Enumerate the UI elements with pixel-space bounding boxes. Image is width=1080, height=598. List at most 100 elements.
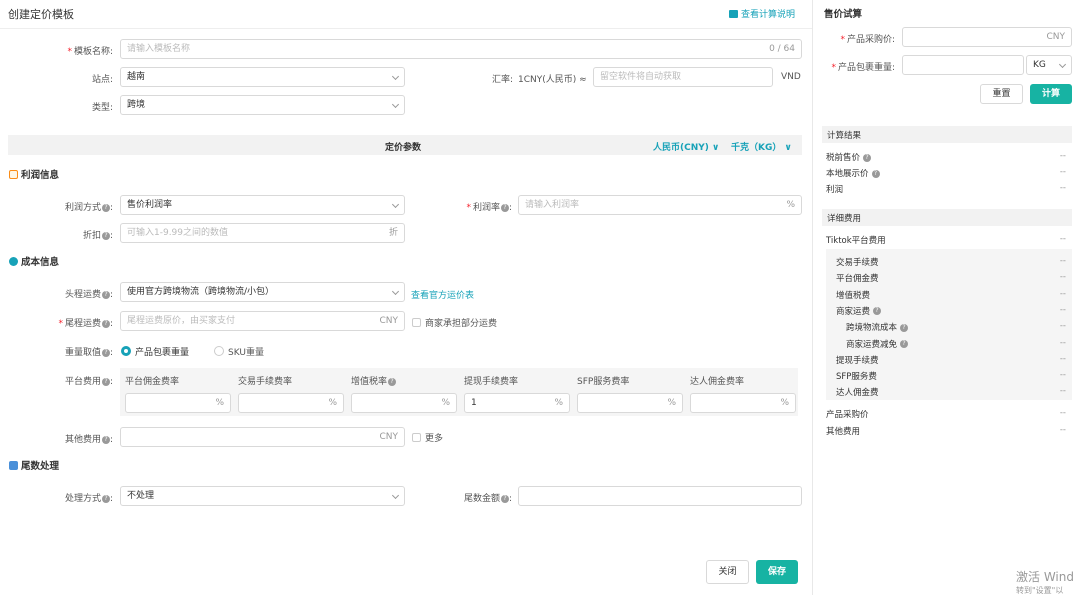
rounding-section-title: 尾数处理	[9, 458, 59, 472]
platform-rate-input[interactable]: %	[351, 393, 457, 413]
help-icon: ?	[101, 231, 110, 240]
detail-row: 增值税费 --	[836, 288, 1066, 301]
type-select[interactable]: 跨境	[120, 95, 405, 115]
platform-fee-label: 平台费用?:	[64, 377, 113, 387]
platform-rate-input[interactable]: %	[577, 393, 683, 413]
detail-row: 平台佣金费 --	[836, 272, 1066, 285]
calc-title: 售价试算	[824, 9, 863, 20]
weight-label: 重量取值?:	[64, 348, 113, 358]
help-icon: ?	[101, 290, 110, 299]
discount-label: 折扣?:	[82, 231, 113, 241]
rounding-method-label: 处理方式?:	[64, 494, 113, 504]
template-name-input[interactable]: 请输入模板名称 0 / 64	[120, 39, 802, 59]
last-leg-label: * 尾程运费?:	[58, 319, 113, 329]
cost-icon	[9, 257, 18, 266]
cost-section-title: 成本信息	[9, 254, 59, 268]
platform-col-header: 增值税率?	[351, 374, 397, 387]
result-row: 本地展示价? --	[826, 167, 1066, 179]
close-button[interactable]: 关闭	[706, 560, 749, 584]
result-header-text: 计算结果	[827, 131, 862, 141]
detail-header-text: 详细费用	[827, 214, 862, 224]
platform-col-header: 达人佣金费率	[690, 377, 745, 387]
site-select[interactable]: 越南	[120, 67, 405, 87]
profit-icon	[9, 170, 18, 179]
detail-row: 达人佣金费 --	[836, 386, 1066, 399]
book-icon	[729, 10, 738, 18]
name-label: * 模板名称:	[67, 47, 113, 57]
detail-row: 商家运费? --	[836, 304, 1066, 317]
help-icon: ?	[500, 494, 509, 503]
page-title: 创建定价模板	[8, 8, 74, 21]
chevron-down-icon	[391, 72, 400, 81]
platform-col-header: 平台佣金费率	[125, 377, 180, 387]
detail-row: 交易手续费 --	[836, 256, 1066, 268]
help-icon: ?	[871, 169, 880, 178]
profit-rate-label: * 利润率?:	[466, 203, 512, 213]
official-rate-link[interactable]: 查看官方运价表	[411, 288, 474, 301]
discount-input[interactable]: 可输入1-9.99之间的数值折	[120, 223, 405, 243]
reset-button[interactable]: 重置	[980, 84, 1023, 104]
save-button[interactable]: 保存	[756, 560, 798, 584]
weight-radio-package[interactable]: 产品包裹重量	[121, 345, 189, 358]
help-icon: ?	[101, 435, 110, 444]
other-fee-label: 其他费用?:	[64, 435, 113, 445]
exchange-rate-input[interactable]: 留空软件将自动获取	[593, 67, 773, 87]
rounding-method-select[interactable]: 不处理	[120, 486, 405, 506]
chevron-down-icon	[1058, 60, 1067, 69]
profit-method-select[interactable]: 售价利润率	[120, 195, 405, 215]
detail-row: 提现手续费 --	[836, 353, 1066, 366]
weight-label-calc: * 产品包裹重量:	[831, 63, 895, 73]
help-icon: ?	[500, 203, 509, 212]
weight-unit-dropdown[interactable]: 千克（KG） ∨	[731, 140, 792, 153]
rate-unit: VND	[781, 72, 801, 82]
type-label: 类型:	[91, 103, 113, 113]
profit-method-label: 利润方式?:	[64, 203, 113, 213]
first-leg-select[interactable]: 使用官方跨境物流（跨境物流/小包）	[120, 282, 405, 302]
help-icon: ?	[863, 153, 872, 162]
calc-guide-link[interactable]: 查看计算说明	[729, 7, 795, 20]
header-divider	[0, 28, 812, 29]
result-row: 利润 --	[826, 183, 1066, 195]
other-row: 其他费用 --	[826, 425, 1066, 437]
help-icon: ?	[900, 323, 909, 332]
platform-rate-input[interactable]: %	[125, 393, 231, 413]
rate-label: 汇率:	[492, 75, 514, 85]
platform-col-header: SFP服务费率	[577, 377, 630, 387]
help-icon: ?	[101, 377, 110, 386]
calc-purchase-input[interactable]: CNY	[902, 27, 1072, 47]
profit-rate-input[interactable]: 请输入利润率%	[518, 195, 802, 215]
tiktok-fee-row: Tiktok平台费用 --	[826, 234, 1066, 246]
panel-divider	[812, 0, 813, 595]
platform-rate-input[interactable]: 1%	[464, 393, 570, 413]
calc-weight-unit-select[interactable]: KG	[1026, 55, 1072, 75]
platform-rate-input[interactable]: %	[690, 393, 796, 413]
help-icon: ?	[101, 348, 110, 357]
help-icon: ?	[900, 340, 909, 348]
activation-watermark: 激活 Wind 转到"设置"以	[1016, 570, 1074, 595]
platform-rate-input[interactable]: %	[238, 393, 344, 413]
help-icon: ?	[101, 494, 110, 503]
platform-col-header: 提现手续费率	[464, 377, 519, 387]
detail-row: 商家运费减免? --	[846, 337, 1066, 350]
site-label: 站点:	[91, 75, 113, 85]
currency-dropdown[interactable]: 人民币(CNY) ∨	[653, 140, 719, 153]
chevron-down-icon	[391, 100, 400, 109]
params-title: 定价参数	[385, 143, 422, 153]
more-checkbox[interactable]: 更多	[412, 431, 443, 444]
merchant-shipping-checkbox[interactable]: 商家承担部分运费	[412, 316, 497, 329]
chevron-down-icon	[391, 287, 400, 296]
other-fee-input[interactable]: CNY	[120, 427, 405, 447]
calc-weight-input[interactable]	[902, 55, 1024, 75]
help-icon: ?	[873, 307, 882, 316]
compute-button[interactable]: 计算	[1030, 84, 1072, 104]
weight-radio-sku[interactable]: SKU重量	[214, 345, 264, 358]
platform-col-header: 交易手续费率	[238, 377, 293, 387]
last-leg-input[interactable]: 尾程运费原价，由买家支付 CNY	[120, 311, 405, 331]
table-icon	[9, 461, 18, 470]
help-icon: ?	[388, 377, 397, 386]
purchase-label: * 产品采购价:	[840, 35, 895, 45]
detail-row: SFP服务费 --	[836, 370, 1066, 383]
chevron-down-icon	[391, 491, 400, 500]
profit-section-title: 利润信息	[9, 167, 59, 181]
rounding-amount-input[interactable]	[518, 486, 802, 506]
